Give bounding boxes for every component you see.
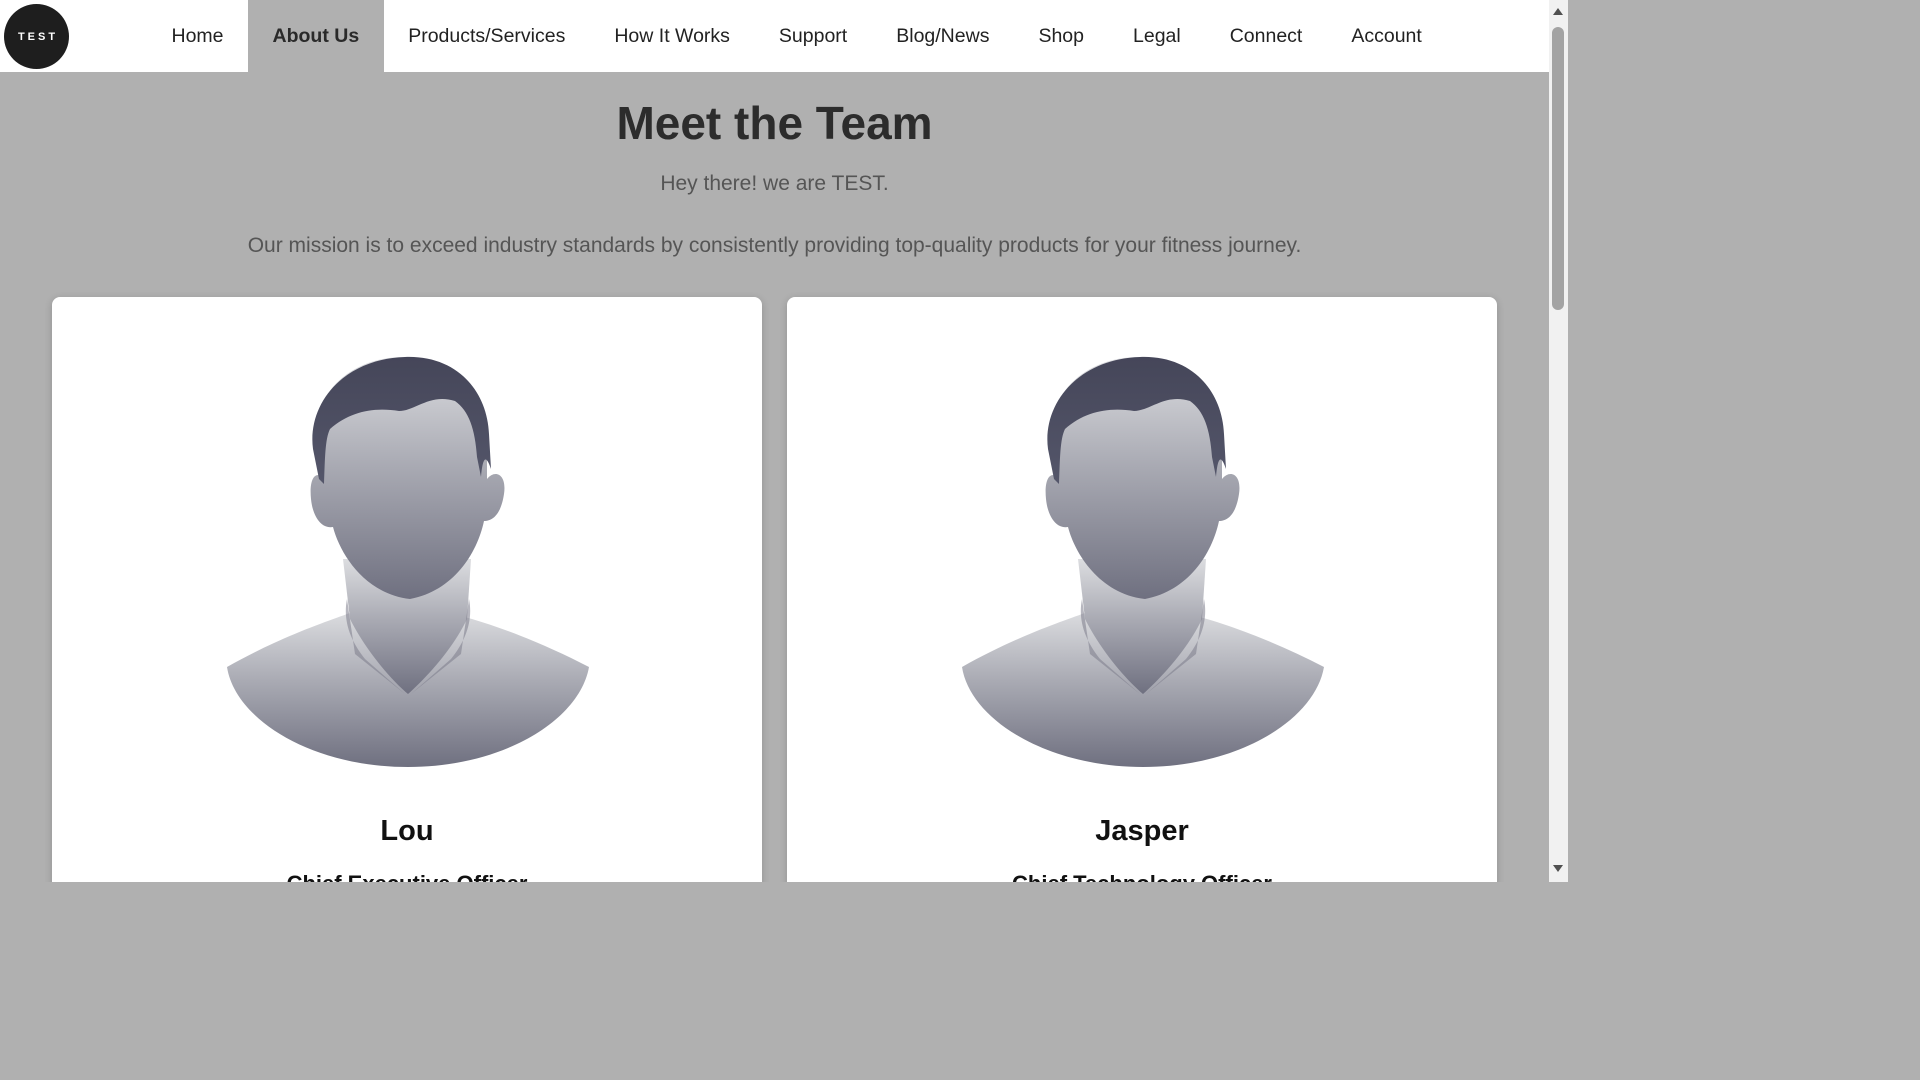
scrollbar-thumb[interactable]	[1552, 27, 1564, 310]
vertical-scrollbar[interactable]	[1549, 0, 1568, 882]
mission-statement: Our mission is to exceed industry standa…	[247, 234, 1302, 257]
team-member-role: Chief Technology Officer	[787, 871, 1497, 882]
scroll-down-arrow-icon[interactable]	[1553, 865, 1563, 872]
team-member-role: Chief Executive Officer	[52, 871, 762, 882]
nav-item-about-us[interactable]: About Us	[248, 0, 384, 72]
page-title: Meet the Team	[616, 97, 933, 149]
team-member-name: Lou	[380, 815, 434, 847]
scroll-up-arrow-icon[interactable]	[1553, 8, 1563, 15]
page-subtitle: Hey there! we are TEST.	[660, 172, 889, 195]
top-navbar: TEST Home About Us Products/Services How…	[0, 0, 1549, 72]
nav-item-blog-news[interactable]: Blog/News	[872, 0, 1014, 72]
nav-item-account[interactable]: Account	[1327, 0, 1446, 72]
nav-item-how-it-works[interactable]: How It Works	[590, 0, 755, 72]
team-member-name: Jasper	[1095, 815, 1189, 847]
nav-item-products-services[interactable]: Products/Services	[384, 0, 590, 72]
logo-text: TEST	[17, 30, 59, 43]
nav-item-support[interactable]: Support	[754, 0, 871, 72]
nav-item-legal[interactable]: Legal	[1109, 0, 1206, 72]
nav-item-home[interactable]: Home	[147, 0, 248, 72]
about-page: TEST Home About Us Products/Services How…	[0, 0, 1568, 882]
main-nav: Home About Us Products/Services How It W…	[147, 0, 1446, 72]
team-card: Lou Chief Executive Officer	[52, 297, 762, 882]
site-logo[interactable]: TEST	[4, 4, 69, 69]
team-card: Jasper Chief Technology Officer	[787, 297, 1497, 882]
nav-item-shop[interactable]: Shop	[1014, 0, 1109, 72]
person-silhouette-icon	[962, 356, 1324, 767]
nav-item-connect[interactable]: Connect	[1205, 0, 1327, 72]
person-silhouette-icon	[227, 356, 589, 767]
